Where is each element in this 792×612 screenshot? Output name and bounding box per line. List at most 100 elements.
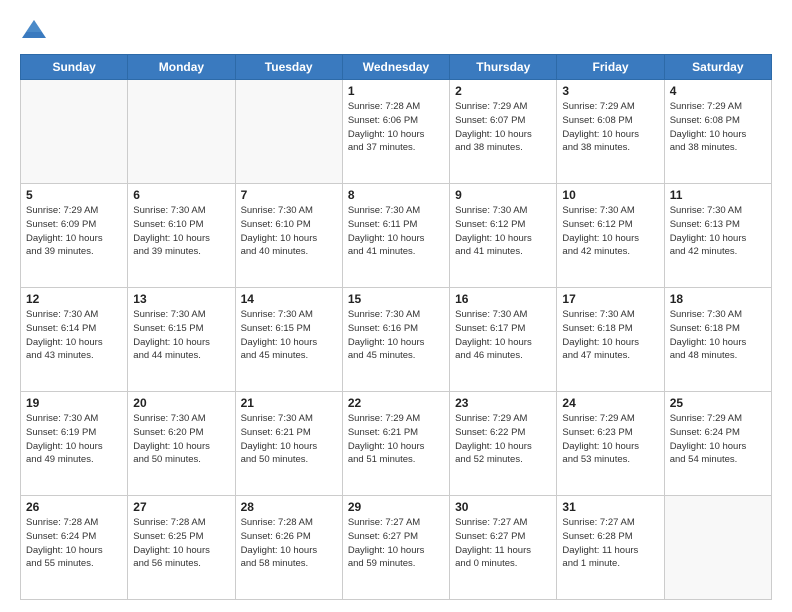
day-number: 3 (562, 84, 658, 98)
calendar-cell: 30 Sunrise: 7:27 AM Sunset: 6:27 PM Dayli… (450, 496, 557, 600)
day-number: 25 (670, 396, 766, 410)
calendar-cell (664, 496, 771, 600)
calendar-cell: 25 Sunrise: 7:29 AM Sunset: 6:24 PM Dayli… (664, 392, 771, 496)
calendar-cell: 8 Sunrise: 7:30 AM Sunset: 6:11 PM Daylig… (342, 184, 449, 288)
calendar-cell: 4Sunrise: 7:29 AM Sunset: 6:08 PM Daylig… (664, 80, 771, 184)
day-number: 15 (348, 292, 444, 306)
logo (20, 16, 52, 44)
calendar-cell: 11 Sunrise: 7:30 AM Sunset: 6:13 PM Dayli… (664, 184, 771, 288)
calendar-cell: 2 Sunrise: 7:29 AM Sunset: 6:07 PM Daylig… (450, 80, 557, 184)
calendar-cell: 12Sunrise: 7:30 AM Sunset: 6:14 PM Dayli… (21, 288, 128, 392)
day-number: 16 (455, 292, 551, 306)
calendar-cell: 19 Sunrise: 7:30 AM Sunset: 6:19 PM Dayli… (21, 392, 128, 496)
cell-info: Sunrise: 7:27 AM Sunset: 6:27 PM Dayligh… (455, 516, 551, 571)
cell-info: Sunrise: 7:30 AM Sunset: 6:12 PM Dayligh… (455, 204, 551, 259)
day-number: 5 (26, 188, 122, 202)
cell-info: Sunrise: 7:30 AM Sunset: 6:21 PM Dayligh… (241, 412, 337, 467)
calendar-cell: 7Sunrise: 7:30 AM Sunset: 6:10 PM Daylig… (235, 184, 342, 288)
day-number: 30 (455, 500, 551, 514)
day-number: 9 (455, 188, 551, 202)
calendar-week-2: 5 Sunrise: 7:29 AM Sunset: 6:09 PM Daylig… (21, 184, 772, 288)
cell-info: Sunrise: 7:28 AM Sunset: 6:24 PM Dayligh… (26, 516, 122, 571)
day-number: 14 (241, 292, 337, 306)
calendar-cell: 9 Sunrise: 7:30 AM Sunset: 6:12 PM Daylig… (450, 184, 557, 288)
day-number: 8 (348, 188, 444, 202)
cell-info: Sunrise: 7:28 AM Sunset: 6:26 PM Dayligh… (241, 516, 337, 571)
cell-info: Sunrise: 7:29 AM Sunset: 6:09 PM Dayligh… (26, 204, 122, 259)
cell-info: Sunrise: 7:30 AM Sunset: 6:19 PM Dayligh… (26, 412, 122, 467)
cell-info: Sunrise: 7:30 AM Sunset: 6:12 PM Dayligh… (562, 204, 658, 259)
cell-info: Sunrise: 7:27 AM Sunset: 6:28 PM Dayligh… (562, 516, 658, 571)
header (20, 16, 772, 44)
calendar-cell: 10 Sunrise: 7:30 AM Sunset: 6:12 PM Dayli… (557, 184, 664, 288)
calendar-week-1: 1 Sunrise: 7:28 AM Sunset: 6:06 PM Daylig… (21, 80, 772, 184)
day-number: 26 (26, 500, 122, 514)
calendar-cell: 22 Sunrise: 7:29 AM Sunset: 6:21 PM Dayli… (342, 392, 449, 496)
day-number: 22 (348, 396, 444, 410)
day-number: 7 (241, 188, 337, 202)
day-header-saturday: Saturday (664, 55, 771, 80)
day-number: 13 (133, 292, 229, 306)
cell-info: Sunrise: 7:29 AM Sunset: 6:23 PM Dayligh… (562, 412, 658, 467)
calendar-cell: 24Sunrise: 7:29 AM Sunset: 6:23 PM Dayli… (557, 392, 664, 496)
calendar-cell (128, 80, 235, 184)
calendar-week-4: 19 Sunrise: 7:30 AM Sunset: 6:19 PM Dayli… (21, 392, 772, 496)
calendar-cell: 14Sunrise: 7:30 AM Sunset: 6:15 PM Dayli… (235, 288, 342, 392)
calendar-cell: 6 Sunrise: 7:30 AM Sunset: 6:10 PM Daylig… (128, 184, 235, 288)
calendar-cell (235, 80, 342, 184)
calendar-cell: 16Sunrise: 7:30 AM Sunset: 6:17 PM Dayli… (450, 288, 557, 392)
day-header-monday: Monday (128, 55, 235, 80)
cell-info: Sunrise: 7:30 AM Sunset: 6:14 PM Dayligh… (26, 308, 122, 363)
cell-info: Sunrise: 7:28 AM Sunset: 6:25 PM Dayligh… (133, 516, 229, 571)
cell-info: Sunrise: 7:30 AM Sunset: 6:20 PM Dayligh… (133, 412, 229, 467)
cell-info: Sunrise: 7:27 AM Sunset: 6:27 PM Dayligh… (348, 516, 444, 571)
calendar-week-3: 12Sunrise: 7:30 AM Sunset: 6:14 PM Dayli… (21, 288, 772, 392)
calendar-cell: 28 Sunrise: 7:28 AM Sunset: 6:26 PM Dayli… (235, 496, 342, 600)
cell-info: Sunrise: 7:29 AM Sunset: 6:21 PM Dayligh… (348, 412, 444, 467)
cell-info: Sunrise: 7:29 AM Sunset: 6:08 PM Dayligh… (670, 100, 766, 155)
cell-info: Sunrise: 7:30 AM Sunset: 6:13 PM Dayligh… (670, 204, 766, 259)
day-number: 10 (562, 188, 658, 202)
cell-info: Sunrise: 7:30 AM Sunset: 6:18 PM Dayligh… (670, 308, 766, 363)
day-number: 2 (455, 84, 551, 98)
day-number: 28 (241, 500, 337, 514)
day-header-wednesday: Wednesday (342, 55, 449, 80)
day-number: 19 (26, 396, 122, 410)
cell-info: Sunrise: 7:30 AM Sunset: 6:16 PM Dayligh… (348, 308, 444, 363)
day-number: 20 (133, 396, 229, 410)
calendar-table: SundayMondayTuesdayWednesdayThursdayFrid… (20, 54, 772, 600)
day-number: 27 (133, 500, 229, 514)
calendar-cell: 20 Sunrise: 7:30 AM Sunset: 6:20 PM Dayli… (128, 392, 235, 496)
day-number: 1 (348, 84, 444, 98)
calendar-cell: 26 Sunrise: 7:28 AM Sunset: 6:24 PM Dayli… (21, 496, 128, 600)
cell-info: Sunrise: 7:30 AM Sunset: 6:11 PM Dayligh… (348, 204, 444, 259)
cell-info: Sunrise: 7:29 AM Sunset: 6:24 PM Dayligh… (670, 412, 766, 467)
cell-info: Sunrise: 7:30 AM Sunset: 6:10 PM Dayligh… (133, 204, 229, 259)
cell-info: Sunrise: 7:29 AM Sunset: 6:07 PM Dayligh… (455, 100, 551, 155)
logo-icon (20, 16, 48, 44)
calendar-cell: 29 Sunrise: 7:27 AM Sunset: 6:27 PM Dayli… (342, 496, 449, 600)
calendar-cell: 31 Sunrise: 7:27 AM Sunset: 6:28 PM Dayli… (557, 496, 664, 600)
day-number: 11 (670, 188, 766, 202)
calendar-cell: 13 Sunrise: 7:30 AM Sunset: 6:15 PM Dayli… (128, 288, 235, 392)
calendar-cell: 18Sunrise: 7:30 AM Sunset: 6:18 PM Dayli… (664, 288, 771, 392)
cell-info: Sunrise: 7:29 AM Sunset: 6:08 PM Dayligh… (562, 100, 658, 155)
day-number: 17 (562, 292, 658, 306)
day-number: 31 (562, 500, 658, 514)
cell-info: Sunrise: 7:30 AM Sunset: 6:18 PM Dayligh… (562, 308, 658, 363)
cell-info: Sunrise: 7:30 AM Sunset: 6:15 PM Dayligh… (133, 308, 229, 363)
calendar-cell: 23 Sunrise: 7:29 AM Sunset: 6:22 PM Dayli… (450, 392, 557, 496)
calendar-cell: 5 Sunrise: 7:29 AM Sunset: 6:09 PM Daylig… (21, 184, 128, 288)
day-number: 23 (455, 396, 551, 410)
calendar-cell: 27 Sunrise: 7:28 AM Sunset: 6:25 PM Dayli… (128, 496, 235, 600)
day-header-thursday: Thursday (450, 55, 557, 80)
cell-info: Sunrise: 7:28 AM Sunset: 6:06 PM Dayligh… (348, 100, 444, 155)
calendar-cell: 3 Sunrise: 7:29 AM Sunset: 6:08 PM Daylig… (557, 80, 664, 184)
page: SundayMondayTuesdayWednesdayThursdayFrid… (0, 0, 792, 612)
day-number: 29 (348, 500, 444, 514)
day-number: 6 (133, 188, 229, 202)
calendar-cell (21, 80, 128, 184)
cell-info: Sunrise: 7:29 AM Sunset: 6:22 PM Dayligh… (455, 412, 551, 467)
calendar-cell: 21Sunrise: 7:30 AM Sunset: 6:21 PM Dayli… (235, 392, 342, 496)
day-header-friday: Friday (557, 55, 664, 80)
